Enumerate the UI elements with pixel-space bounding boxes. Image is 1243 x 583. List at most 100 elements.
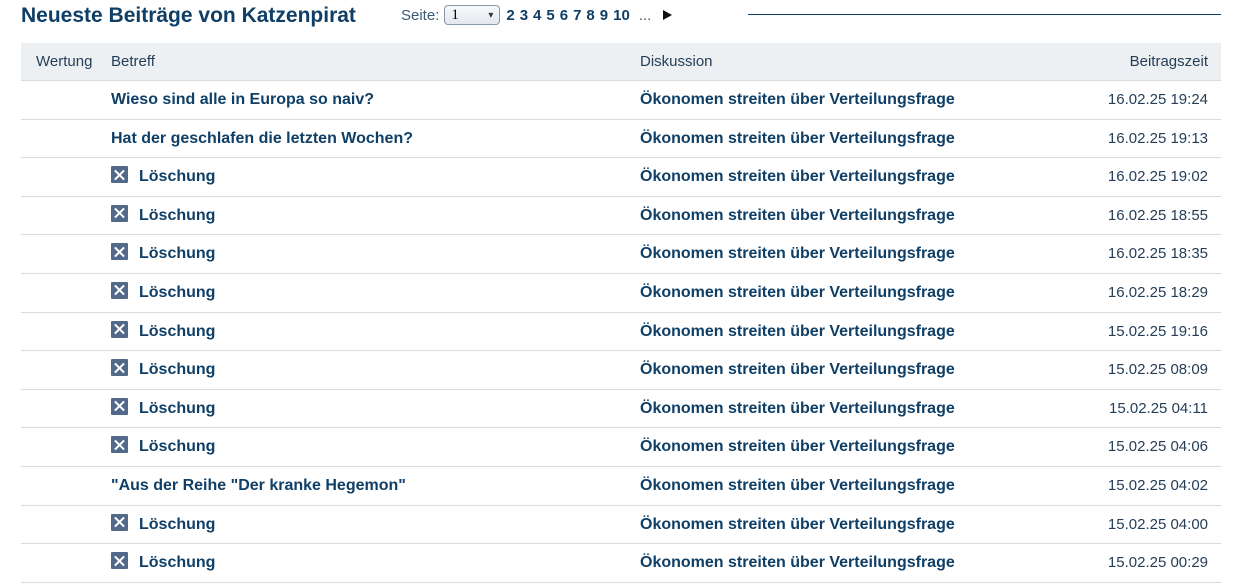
post-time: 16.02.25 19:13 xyxy=(1107,129,1208,147)
table-row: Hat der geschlafen die letzten Wochen? Ök… xyxy=(21,120,1221,159)
discussion-link[interactable]: Ökonomen streiten über Verteilungsfrage xyxy=(640,168,955,186)
page-select[interactable]: 1 ▾ xyxy=(444,5,501,25)
page-link-3[interactable]: 3 xyxy=(520,7,528,24)
page-link-4[interactable]: 4 xyxy=(533,7,541,24)
table-row: Löschung Ökonomen streiten über Verteilun… xyxy=(21,428,1221,467)
post-subject-link[interactable]: Löschung xyxy=(139,168,215,186)
subject-cell: Löschung xyxy=(111,281,215,302)
deleted-post-icon xyxy=(111,359,128,377)
column-header-time[interactable]: Beitragszeit xyxy=(1130,53,1208,70)
page-header: Neueste Beiträge von Katzenpirat Seite: … xyxy=(21,0,1221,34)
subject-cell: Löschung xyxy=(111,320,215,341)
page-link-10[interactable]: 10 xyxy=(613,7,630,24)
page-link-8[interactable]: 8 xyxy=(586,7,594,24)
table-row: Löschung Ökonomen streiten über Verteilun… xyxy=(21,313,1221,352)
post-subject-link[interactable]: "Aus der Reihe "Der kranke Hegemon" xyxy=(111,477,406,495)
table-row: "Aus der Reihe "Der kranke Hegemon" Ökono… xyxy=(21,467,1221,506)
posts-table: Wertung Betreff Diskussion Beitragszeit … xyxy=(21,43,1221,583)
post-time: 16.02.25 18:29 xyxy=(1107,283,1208,301)
post-time: 15.02.25 19:16 xyxy=(1107,322,1208,340)
subject-cell: Löschung xyxy=(111,359,215,379)
page-links: 2 3 4 5 6 7 8 9 10 xyxy=(506,7,634,24)
post-time: 15.02.25 04:11 xyxy=(1109,399,1208,417)
discussion-link[interactable]: Ökonomen streiten über Verteilungsfrage xyxy=(640,361,955,379)
post-time: 16.02.25 18:55 xyxy=(1107,206,1208,224)
page-link-2[interactable]: 2 xyxy=(506,7,514,24)
deleted-post-icon xyxy=(111,243,128,261)
discussion-link[interactable]: Ökonomen streiten über Verteilungsfrage xyxy=(640,91,955,109)
discussion-link[interactable]: Ökonomen streiten über Verteilungsfrage xyxy=(640,284,955,302)
post-time: 15.02.25 04:00 xyxy=(1107,515,1208,533)
post-subject-link[interactable]: Löschung xyxy=(139,245,215,263)
page-link-6[interactable]: 6 xyxy=(560,7,568,24)
deleted-post-icon xyxy=(111,204,128,222)
chevron-down-icon: ▾ xyxy=(488,9,494,21)
deleted-post-icon xyxy=(111,281,128,299)
deleted-post-icon xyxy=(111,436,128,454)
discussion-link[interactable]: Ökonomen streiten über Verteilungsfrage xyxy=(640,245,955,263)
header-divider xyxy=(748,14,1221,15)
post-subject-link[interactable]: Hat der geschlafen die letzten Wochen? xyxy=(111,130,413,148)
pager-label: Seite: xyxy=(401,6,440,24)
discussion-link[interactable]: Ökonomen streiten über Verteilungsfrage xyxy=(640,477,955,495)
page-select-value: 1 xyxy=(451,6,459,23)
post-subject-link[interactable]: Löschung xyxy=(139,400,215,418)
post-subject-link[interactable]: Löschung xyxy=(139,284,215,302)
discussion-link[interactable]: Ökonomen streiten über Verteilungsfrage xyxy=(640,323,955,341)
subject-cell: Löschung xyxy=(111,513,215,534)
next-page-icon[interactable] xyxy=(663,10,673,20)
discussion-link[interactable]: Ökonomen streiten über Verteilungsfrage xyxy=(640,400,955,418)
column-header-discussion[interactable]: Diskussion xyxy=(640,53,713,70)
post-subject-link[interactable]: Löschung xyxy=(139,438,215,456)
post-time: 15.02.25 08:09 xyxy=(1107,361,1208,379)
post-subject-link[interactable]: Löschung xyxy=(139,207,215,225)
post-time: 16.02.25 19:02 xyxy=(1107,168,1208,186)
discussion-link[interactable]: Ökonomen streiten über Verteilungsfrage xyxy=(640,438,955,456)
discussion-link[interactable]: Ökonomen streiten über Verteilungsfrage xyxy=(640,130,955,148)
column-header-subject[interactable]: Betreff xyxy=(111,53,155,70)
column-header-rating[interactable]: Wertung xyxy=(36,53,92,70)
post-time: 15.02.25 04:02 xyxy=(1107,476,1208,494)
post-subject-link[interactable]: Löschung xyxy=(139,361,215,379)
post-subject-link[interactable]: Löschung xyxy=(139,554,215,572)
post-subject-link[interactable]: Wieso sind alle in Europa so naiv? xyxy=(111,91,374,109)
table-body: Wieso sind alle in Europa so naiv? Ökonom… xyxy=(21,81,1221,583)
subject-cell: Löschung xyxy=(111,204,215,225)
deleted-post-icon xyxy=(111,166,128,184)
table-row: Löschung Ökonomen streiten über Verteilun… xyxy=(21,390,1221,429)
post-subject-link[interactable]: Löschung xyxy=(139,516,215,534)
post-subject-link[interactable]: Löschung xyxy=(139,323,215,341)
table-row: Löschung Ökonomen streiten über Verteilun… xyxy=(21,158,1221,197)
subject-cell: Löschung xyxy=(111,552,215,572)
post-time: 15.02.25 04:06 xyxy=(1107,438,1208,456)
post-time: 16.02.25 18:35 xyxy=(1107,245,1208,263)
discussion-link[interactable]: Ökonomen streiten über Verteilungsfrage xyxy=(640,554,955,572)
page-title: Neueste Beiträge von Katzenpirat xyxy=(21,4,356,27)
post-time: 15.02.25 00:29 xyxy=(1107,554,1208,572)
table-row: Löschung Ökonomen streiten über Verteilun… xyxy=(21,351,1221,390)
subject-cell: Löschung xyxy=(111,436,215,456)
deleted-post-icon xyxy=(111,397,128,415)
discussion-link[interactable]: Ökonomen streiten über Verteilungsfrage xyxy=(640,207,955,225)
deleted-post-icon xyxy=(111,320,128,338)
subject-cell: Wieso sind alle in Europa so naiv? xyxy=(111,91,374,109)
table-header: Wertung Betreff Diskussion Beitragszeit xyxy=(21,43,1221,81)
deleted-post-icon xyxy=(111,513,128,531)
table-row: Löschung Ökonomen streiten über Verteilun… xyxy=(21,197,1221,236)
table-row: Löschung Ökonomen streiten über Verteilun… xyxy=(21,544,1221,583)
table-row: Wieso sind alle in Europa so naiv? Ökonom… xyxy=(21,81,1221,120)
discussion-link[interactable]: Ökonomen streiten über Verteilungsfrage xyxy=(640,516,955,534)
page-link-5[interactable]: 5 xyxy=(546,7,554,24)
deleted-post-icon xyxy=(111,552,128,570)
subject-cell: Löschung xyxy=(111,243,215,263)
post-time: 16.02.25 19:24 xyxy=(1107,91,1208,108)
table-row: Löschung Ökonomen streiten über Verteilun… xyxy=(21,506,1221,545)
page-link-7[interactable]: 7 xyxy=(573,7,581,24)
subject-cell: "Aus der Reihe "Der kranke Hegemon" xyxy=(111,477,406,495)
table-row: Löschung Ökonomen streiten über Verteilun… xyxy=(21,235,1221,274)
pager-ellipsis: ... xyxy=(638,6,652,24)
pagination: Seite: 1 ▾ 2 3 4 5 6 7 8 9 10 ... xyxy=(401,5,673,25)
table-row: Löschung Ökonomen streiten über Verteilun… xyxy=(21,274,1221,313)
subject-cell: Löschung xyxy=(111,166,215,186)
page-link-9[interactable]: 9 xyxy=(600,7,608,24)
